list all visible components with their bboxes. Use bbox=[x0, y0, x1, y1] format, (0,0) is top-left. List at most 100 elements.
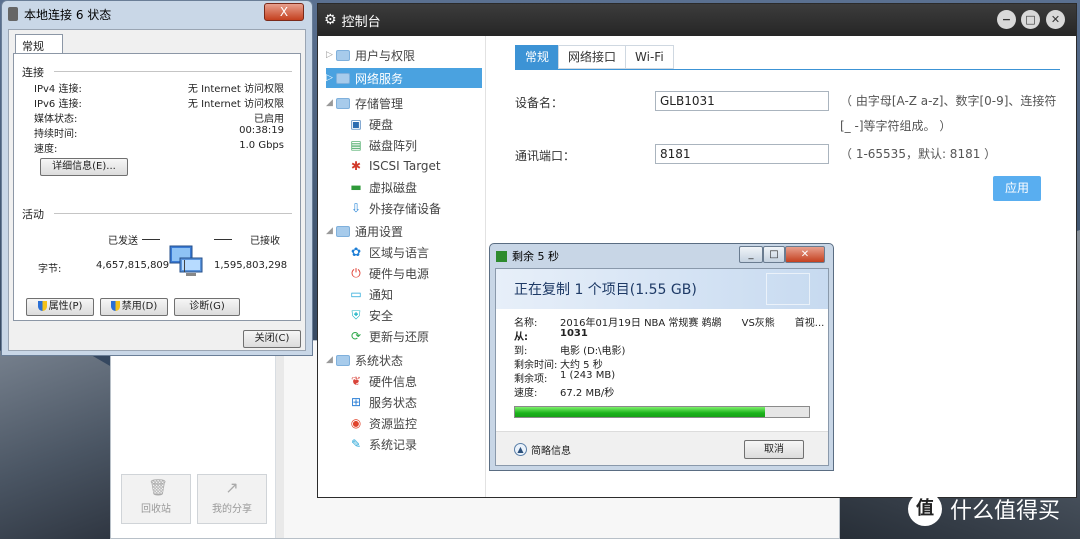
divider bbox=[214, 239, 232, 240]
security-icon: ⛨ bbox=[351, 308, 361, 322]
disable-button[interactable]: 禁用(D) bbox=[100, 298, 168, 316]
copy-progress-bar bbox=[514, 406, 810, 418]
chevron-right-icon: ▷ bbox=[326, 73, 333, 83]
nav-item-monitor[interactable]: ◉ 资源监控 bbox=[348, 413, 504, 433]
row-label: IPv4 连接: bbox=[34, 84, 82, 95]
tab-wifi[interactable]: Wi-Fi bbox=[625, 45, 674, 69]
tab-general[interactable]: 常规 bbox=[515, 45, 560, 69]
row-value: 无 Internet 访问权限 bbox=[187, 84, 284, 95]
device-name-hint: （ 由字母[A-Z a-z]、数字[0-9]、连接符 bbox=[840, 94, 1057, 108]
detail-key: 剩余时间: bbox=[514, 360, 558, 371]
shield-icon bbox=[110, 301, 120, 311]
detail-value: 1031 bbox=[560, 328, 588, 339]
copy-detail-row: 剩余时间: 大约 5 秒 bbox=[514, 356, 603, 371]
nav-group-system[interactable]: ◢ 系统状态 bbox=[326, 350, 482, 370]
usb-icon: ⇩ bbox=[350, 201, 362, 215]
nav-item-raid[interactable]: ▤ 磁盘阵列 bbox=[348, 135, 504, 155]
mountain-left bbox=[0, 330, 120, 539]
my-share-button[interactable]: ↗ 我的分享 bbox=[197, 474, 267, 524]
diagnose-button[interactable]: 诊断(G) bbox=[174, 298, 240, 316]
activity-section-label: 活动 bbox=[22, 208, 44, 221]
nav-group-storage[interactable]: ◢ 存储管理 bbox=[326, 93, 482, 113]
nav-item-region[interactable]: ✿ 区域与语言 bbox=[348, 242, 504, 262]
copy-icon bbox=[496, 250, 507, 262]
nav-group-network[interactable]: ▷ 网络服务 bbox=[326, 68, 482, 88]
service-icon: ⊞ bbox=[350, 395, 362, 409]
close-button[interactable]: ✕ bbox=[785, 246, 825, 263]
status-row: IPv6 连接: 无 Internet 访问权限 bbox=[34, 95, 284, 110]
less-info-toggle[interactable]: ▲ 简略信息 bbox=[514, 442, 571, 457]
port-label: 通讯端口： bbox=[515, 149, 576, 163]
nav-item-notify[interactable]: ▭ 通知 bbox=[348, 284, 504, 304]
nav-item-update[interactable]: ⟳ 更新与还原 bbox=[348, 326, 504, 346]
minimize-button[interactable]: _ bbox=[739, 246, 763, 263]
settings-tabs: 常规 网络接口 Wi-Fi bbox=[515, 45, 674, 69]
chevron-right-icon: ▷ bbox=[326, 50, 333, 60]
maximize-button[interactable]: □ bbox=[763, 246, 785, 263]
detail-value: 大约 5 秒 bbox=[560, 360, 603, 371]
scrollbar[interactable] bbox=[276, 341, 284, 538]
notify-icon: ▭ bbox=[350, 287, 362, 301]
nav-item-hardware[interactable]: ❦ 硬件信息 bbox=[348, 371, 504, 391]
row-label: 速度: bbox=[34, 144, 58, 155]
status-row: 速度: 1.0 Gbps bbox=[34, 140, 284, 155]
nav-item-virtual-disk[interactable]: ▬ 虚拟磁盘 bbox=[348, 177, 504, 197]
nav-item-power[interactable]: ⏻ 硬件与电源 bbox=[348, 263, 504, 283]
nav-item-security[interactable]: ⛨ 安全 bbox=[348, 305, 504, 325]
tab-general[interactable]: 常规 bbox=[15, 34, 63, 54]
recycle-bin-button[interactable]: 🗑 回收站 bbox=[121, 474, 191, 524]
row-value: 1.0 Gbps bbox=[239, 140, 284, 151]
maximize-button[interactable]: □ bbox=[1021, 10, 1040, 29]
nav-group-users[interactable]: ▷ 用户与权限 bbox=[326, 45, 482, 65]
bytes-sent-value: 4,657,815,809 bbox=[96, 260, 170, 271]
watermark-logo: 值 bbox=[908, 492, 942, 526]
detail-key: 从: bbox=[514, 332, 528, 343]
nav-label: 存储管理 bbox=[355, 96, 404, 111]
minimize-button[interactable]: − bbox=[997, 10, 1016, 29]
nav-label: 硬件与电源 bbox=[369, 266, 430, 281]
copy-detail-row: 从: 1031 bbox=[514, 328, 588, 343]
detail-key: 速度: bbox=[514, 388, 538, 399]
details-button[interactable]: 详细信息(E)... bbox=[40, 158, 128, 176]
trash-icon: 🗑 bbox=[148, 478, 169, 497]
cancel-button[interactable]: 取消 bbox=[744, 440, 804, 459]
port-input[interactable]: 8181 bbox=[655, 144, 829, 164]
row-value: 已启用 bbox=[254, 114, 284, 125]
file-transfer-graphic bbox=[766, 273, 810, 305]
nav-group-general[interactable]: ◢ 通用设置 bbox=[326, 221, 482, 241]
copy-footer: ▲ 简略信息 取消 bbox=[496, 431, 828, 465]
close-button[interactable]: X bbox=[264, 3, 304, 21]
bytes-received-value: 1,595,803,298 bbox=[214, 260, 288, 271]
nav-item-iscsi[interactable]: ✱ ISCSI Target bbox=[348, 156, 504, 176]
control-panel-titlebar[interactable]: ⚙ 控制台 bbox=[318, 4, 1076, 36]
nav-item-external[interactable]: ⇩ 外接存储设备 bbox=[348, 198, 504, 218]
nav-label: 资源监控 bbox=[369, 416, 418, 431]
divider bbox=[54, 71, 292, 72]
apply-button[interactable]: 应用 bbox=[993, 176, 1041, 201]
detail-value: 电影 (D:\电影) bbox=[560, 346, 626, 357]
close-button[interactable]: ✕ bbox=[1046, 10, 1065, 29]
status-row: 持续时间: 00:38:19 bbox=[34, 125, 284, 140]
device-name-input[interactable]: GLB1031 bbox=[655, 91, 829, 111]
bytes-label: 字节: bbox=[38, 264, 62, 275]
nav-label: 更新与还原 bbox=[369, 329, 430, 344]
chevron-down-icon: ◢ bbox=[326, 98, 333, 108]
row-label: 媒体状态: bbox=[34, 114, 78, 125]
nav-label: 硬件信息 bbox=[369, 374, 418, 389]
progress-fill bbox=[515, 407, 765, 417]
nav-label: 通知 bbox=[369, 287, 394, 302]
hardware-icon: ❦ bbox=[350, 374, 362, 388]
nav-item-service[interactable]: ⊞ 服务状态 bbox=[348, 392, 504, 412]
copy-heading: 正在复制 1 个项目(1.55 GB) bbox=[514, 282, 697, 298]
connection-status-dialog: 本地连接 6 状态 X 常规 连接 IPv4 连接: 无 Internet 访问权… bbox=[1, 0, 313, 356]
device-name-label: 设备名： bbox=[515, 96, 564, 110]
tab-underline bbox=[515, 69, 1060, 70]
folder-icon bbox=[336, 49, 350, 61]
properties-button[interactable]: 属性(P) bbox=[26, 298, 94, 316]
tab-network-interface[interactable]: 网络接口 bbox=[558, 45, 627, 69]
dialog-close-button[interactable]: 关闭(C) bbox=[243, 330, 301, 348]
nav-item-disk[interactable]: ▣ 硬盘 bbox=[348, 114, 504, 134]
less-info-label: 简略信息 bbox=[531, 446, 571, 457]
received-label: 已接收 bbox=[250, 236, 280, 247]
nav-item-log[interactable]: ✎ 系统记录 bbox=[348, 434, 504, 454]
